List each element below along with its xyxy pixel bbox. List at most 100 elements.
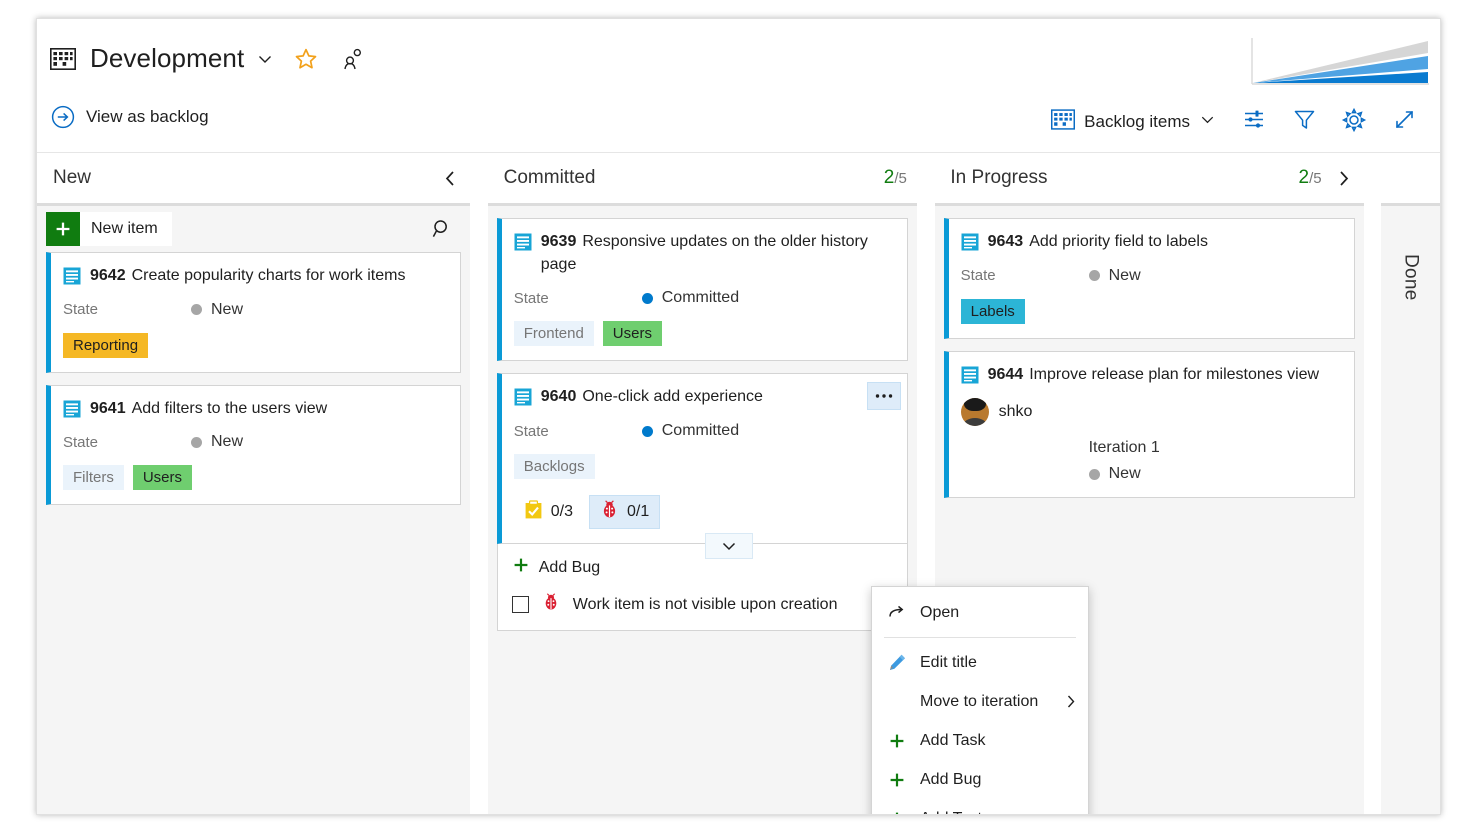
search-icon[interactable] xyxy=(428,215,456,243)
menu-item-add-test[interactable]: Add Test xyxy=(872,799,1088,814)
field-label: State xyxy=(960,267,996,285)
filter-button[interactable] xyxy=(1282,105,1326,139)
collapse-column-button[interactable] xyxy=(440,168,460,188)
more-actions-icon[interactable] xyxy=(867,382,902,411)
wip-counter: 2/5 xyxy=(1299,167,1322,189)
card-field-state: State New xyxy=(961,267,1340,285)
column-gap xyxy=(470,203,488,814)
new-item-row: New item xyxy=(37,206,470,252)
column-gap xyxy=(470,153,488,203)
card-tags: Frontend Users xyxy=(513,321,893,347)
expand-column-button[interactable] xyxy=(1334,168,1354,188)
card-title: Create popularity charts for work items xyxy=(131,267,406,284)
cards-committed: 9639 Responsive updates on the older hist… xyxy=(488,218,917,632)
cumulative-flow-diagram[interactable] xyxy=(1245,33,1430,89)
chevron-down-icon[interactable] xyxy=(705,533,754,560)
column-gap xyxy=(1363,153,1382,203)
board-settings-sliders-button[interactable] xyxy=(1232,105,1276,139)
card-9641[interactable]: 9641 Add filters to the users view State … xyxy=(46,384,462,506)
column-title: In Progress xyxy=(950,167,1048,188)
field-label: State xyxy=(513,289,549,307)
card-9643[interactable]: 9643 Add priority field to labels State N… xyxy=(943,218,1355,339)
bug-icon xyxy=(600,500,619,524)
menu-item-move-to-iteration[interactable]: Move to iteration xyxy=(872,682,1088,721)
column-done-collapsed[interactable]: Done xyxy=(1381,203,1440,814)
field-value[interactable]: New xyxy=(1088,267,1141,285)
field-value[interactable]: Committed xyxy=(641,422,740,440)
tag[interactable]: Filters xyxy=(63,465,124,491)
settings-gear-button[interactable] xyxy=(1332,105,1376,139)
bug-icon xyxy=(542,593,560,616)
state-dot xyxy=(191,304,202,316)
card-title-row: 9641 Add filters to the users view xyxy=(63,398,446,421)
arrow-right-circle-icon xyxy=(51,105,75,129)
card-id: 9642 xyxy=(90,267,126,284)
bug-counter[interactable]: 0/1 xyxy=(589,495,661,530)
wip-counter: 2/5 xyxy=(884,167,907,189)
menu-separator xyxy=(884,637,1076,638)
menu-item-edit-title[interactable]: Edit title xyxy=(872,643,1088,682)
new-item-button[interactable]: New item xyxy=(46,212,172,246)
menu-item-label: Add Task xyxy=(920,731,986,749)
tag[interactable]: Backlogs xyxy=(513,454,595,480)
card-field-state: State New xyxy=(63,433,446,451)
people-icon[interactable] xyxy=(332,48,364,70)
view-as-backlog-button[interactable]: View as backlog xyxy=(51,105,209,129)
state-text: Committed xyxy=(661,289,740,307)
state-text: Committed xyxy=(661,422,740,440)
card-title: Responsive updates on the older history … xyxy=(540,233,868,273)
state-dot xyxy=(641,425,653,437)
column-new: New item 9642 Create popularity charts f… xyxy=(37,203,471,814)
field-label: State xyxy=(63,301,99,319)
menu-item-label: Open xyxy=(920,603,960,621)
backlog-level-selector[interactable]: Backlog items xyxy=(1041,103,1226,141)
board-grid-icon xyxy=(1051,109,1076,135)
wip-limit: /5 xyxy=(894,170,907,187)
add-bug-button[interactable]: Add Bug xyxy=(512,556,893,579)
menu-item-open[interactable]: Open xyxy=(872,593,1088,632)
state-dot xyxy=(641,292,653,304)
card-title: Add priority field to labels xyxy=(1029,233,1208,250)
field-value[interactable]: New xyxy=(191,301,243,319)
tag[interactable]: Users xyxy=(132,465,193,491)
visibility-hint-row: Work item is not visible upon creation xyxy=(511,593,893,616)
card-tags: Reporting xyxy=(63,332,446,358)
page-header: Development xyxy=(37,19,1440,89)
card-title: Add filters to the users view xyxy=(131,399,328,417)
board-toolbar: View as backlog Backlog items xyxy=(37,89,1440,153)
expand-diagonal-icon xyxy=(1392,107,1417,137)
card-title-row: 9644 Improve release plan for milestones … xyxy=(961,364,1340,387)
card-id: 9643 xyxy=(987,233,1024,250)
checkbox-unchecked-icon[interactable] xyxy=(511,596,529,614)
tag[interactable]: Reporting xyxy=(63,332,149,358)
tag[interactable]: Users xyxy=(602,321,662,347)
field-value[interactable]: Committed xyxy=(641,289,740,307)
chevron-down-icon[interactable] xyxy=(258,50,274,68)
assignee-name: shko xyxy=(998,403,1033,421)
wip-current: 2 xyxy=(1298,167,1310,188)
menu-item-add-task[interactable]: Add Task xyxy=(872,721,1088,760)
product-backlog-item-icon xyxy=(514,233,532,251)
tag[interactable]: Frontend xyxy=(513,321,594,347)
column-header-done xyxy=(1381,153,1440,203)
card-9644[interactable]: 9644 Improve release plan for milestones … xyxy=(943,350,1355,499)
fullscreen-button[interactable] xyxy=(1382,105,1426,139)
field-value[interactable]: New xyxy=(1088,465,1141,483)
field-value[interactable]: New xyxy=(191,433,243,451)
product-backlog-item-icon xyxy=(63,267,81,285)
board-page: Development View as backlog Backlog item… xyxy=(36,18,1441,815)
state-dot xyxy=(191,436,202,448)
card-9640[interactable]: 9640 One-click add experience State Commi… xyxy=(496,373,909,560)
star-icon[interactable] xyxy=(288,47,318,71)
card-assignee-row[interactable]: shko xyxy=(960,398,1340,427)
column-header-new: New xyxy=(37,153,470,203)
plus-icon xyxy=(46,212,80,246)
task-counter[interactable]: 0/3 xyxy=(514,496,583,529)
tag[interactable]: Labels xyxy=(960,298,1025,324)
kanban-board: New Committed 2/5 In Progress 2/5 New it… xyxy=(37,153,1440,814)
card-9642[interactable]: 9642 Create popularity charts for work it… xyxy=(46,252,462,373)
card-9639[interactable]: 9639 Responsive updates on the older hist… xyxy=(496,218,909,362)
menu-item-add-bug[interactable]: Add Bug xyxy=(872,760,1088,799)
column-headers: New Committed 2/5 In Progress 2/5 xyxy=(37,153,1440,203)
card-field-state: State Committed xyxy=(514,289,893,307)
